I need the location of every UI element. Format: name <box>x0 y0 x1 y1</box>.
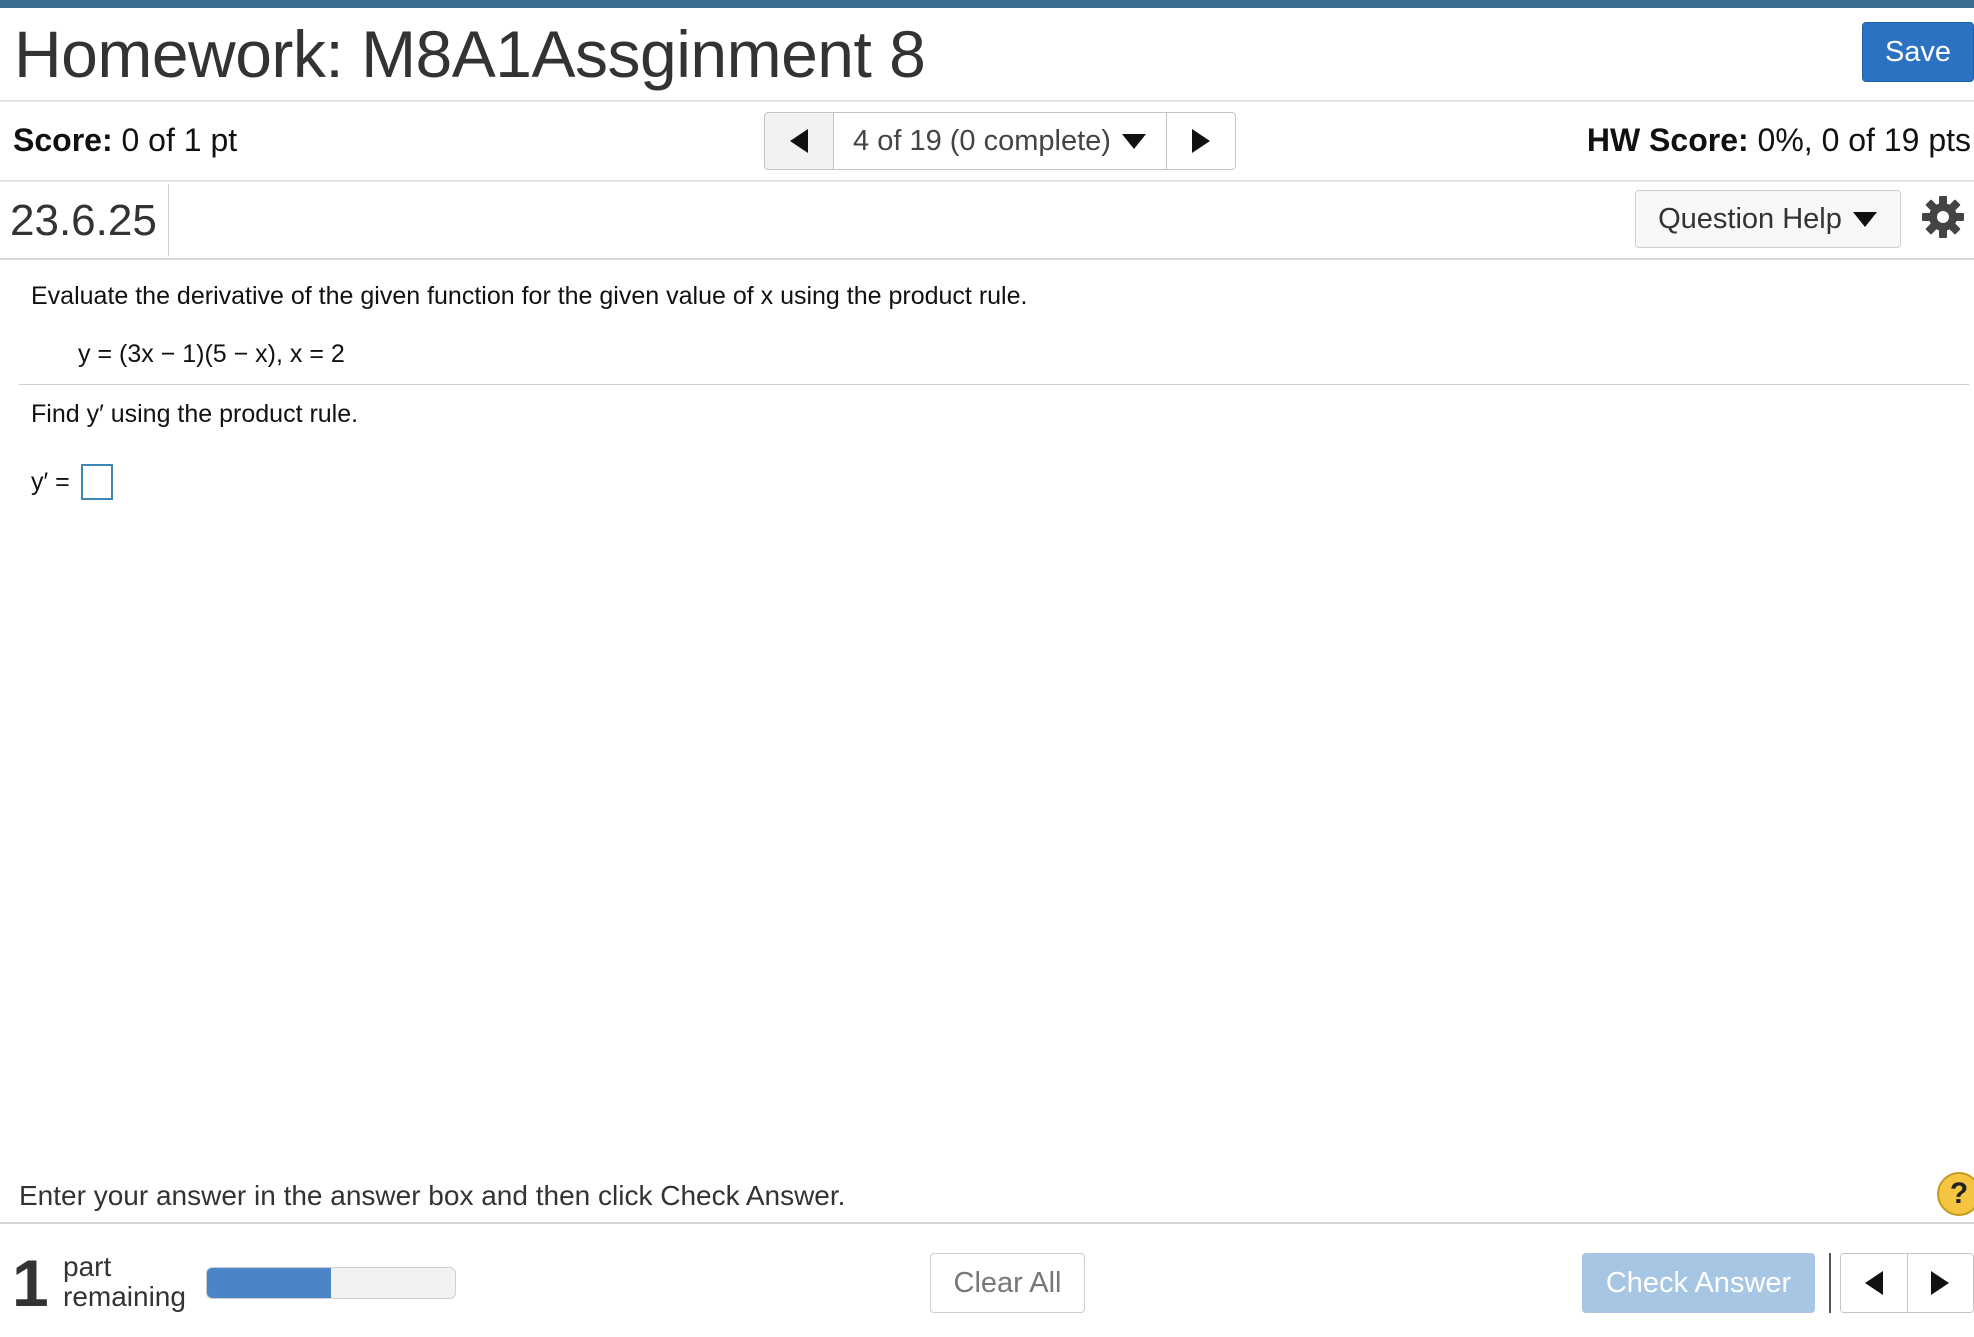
question-prompt: Evaluate the derivative of the given fun… <box>31 282 1028 310</box>
previous-question-button[interactable] <box>765 113 834 169</box>
save-button[interactable]: Save <box>1862 22 1974 82</box>
triangle-left-icon <box>790 129 808 153</box>
function-equation: y = (3x − 1)(5 − x), x = 2 <box>78 340 345 368</box>
question-selector-dropdown[interactable]: 4 of 19 (0 complete) <box>834 113 1166 169</box>
answer-input[interactable] <box>81 464 113 500</box>
divider <box>168 184 169 256</box>
score-bar: Score: 0 of 1 pt 4 of 19 (0 complete) HW… <box>0 102 1974 182</box>
triangle-right-icon <box>1192 129 1210 153</box>
progress-fill <box>207 1268 331 1298</box>
answer-instructions: Enter your answer in the answer box and … <box>19 1180 846 1211</box>
parts-label-line1: part <box>63 1251 112 1282</box>
score: Score: 0 of 1 pt <box>13 122 237 159</box>
triangle-right-icon <box>1931 1271 1950 1295</box>
hw-score: HW Score: 0%, 0 of 19 pts <box>1587 122 1971 159</box>
hw-score-label: HW Score: <box>1586 122 1749 158</box>
parts-remaining-count: 1 <box>12 1246 49 1320</box>
footer-previous-button[interactable] <box>1841 1254 1908 1312</box>
question-position-text: 4 of 19 (0 complete) <box>853 124 1111 157</box>
footer-question-navigator <box>1840 1253 1974 1313</box>
question-navigator: 4 of 19 (0 complete) <box>764 112 1236 170</box>
check-answer-button[interactable]: Check Answer <box>1582 1253 1815 1313</box>
score-value: 0 of 1 pt <box>112 122 238 158</box>
divider <box>1829 1253 1831 1313</box>
footer-next-button[interactable] <box>1907 1254 1973 1312</box>
parts-progress-bar <box>206 1267 456 1299</box>
help-icon[interactable]: ? <box>1937 1172 1974 1216</box>
triangle-down-icon <box>1852 212 1877 227</box>
page-title: Homework: M8A1Assginment 8 <box>14 17 926 91</box>
question-id: 23.6.25 <box>10 196 157 245</box>
question-bar: 23.6.25 Question Help <box>0 182 1974 260</box>
parts-remaining-label: part remaining <box>63 1252 186 1312</box>
header: Homework: M8A1Assginment 8 Save <box>0 8 1974 102</box>
triangle-left-icon <box>1864 1271 1883 1295</box>
gear-icon[interactable] <box>1920 194 1966 240</box>
answer-label: y′ = <box>31 468 70 496</box>
top-accent-bar <box>0 0 1974 8</box>
parts-label-line2: remaining <box>63 1281 186 1312</box>
find-instruction: Find y′ using the product rule. <box>31 400 359 428</box>
clear-all-button[interactable]: Clear All <box>930 1253 1085 1313</box>
score-label: Score: <box>13 122 113 158</box>
triangle-down-icon <box>1121 134 1146 149</box>
next-question-button[interactable] <box>1166 113 1235 169</box>
divider <box>0 1222 1974 1224</box>
divider <box>19 384 1969 385</box>
question-help-label: Question Help <box>1658 202 1842 235</box>
hw-score-value: 0%, 0 of 19 pts <box>1748 122 1971 158</box>
question-help-button[interactable]: Question Help <box>1635 190 1901 248</box>
